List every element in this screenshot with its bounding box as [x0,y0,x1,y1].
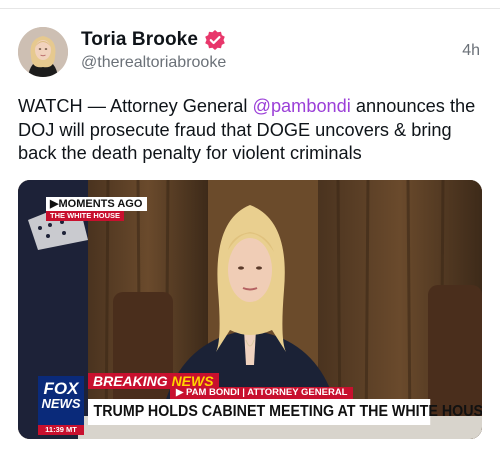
location-tag: THE WHITE HOUSE [46,211,125,221]
network-logo-top: FOX [43,379,79,398]
author-name-row: Toria Brooke [81,29,226,51]
post-timestamp[interactable]: 4h [462,42,480,60]
tweet-text: WATCH — Attorney General @pambondi annou… [18,95,483,166]
video-thumbnail[interactable]: ▶MOMENTS AGO THE WHITE HOUSE BREAKING NE… [18,180,482,439]
speaker-nameplate-text: PAM BONDI | ATTORNEY GENERAL [185,387,348,398]
top-divider [0,8,500,9]
headline-chyron: TRUMP HOLDS CABINET MEETING AT THE WHITE… [88,399,482,425]
moments-ago-text: MOMENTS AGO [58,198,143,210]
author-display-name[interactable]: Toria Brooke [81,29,198,51]
author-handle[interactable]: @therealtoriabrooke [81,54,226,72]
broadcast-clock: 11:39 MT [38,425,84,435]
speaker-nameplate: ▶ PAM BONDI | ATTORNEY GENERAL [170,387,354,399]
mention-link[interactable]: @pambondi [252,96,350,116]
network-logo-bottom: NEWS [41,396,81,411]
author-avatar[interactable] [18,27,68,77]
breaking-text: BREAKING [93,373,172,389]
moments-ago-tag: ▶MOMENTS AGO [46,197,148,211]
verified-badge-icon [204,29,226,51]
tweet-text-lead: WATCH — Attorney General [18,96,253,116]
avatar-image [18,27,68,77]
network-logo: FOX NEWS [38,376,84,425]
